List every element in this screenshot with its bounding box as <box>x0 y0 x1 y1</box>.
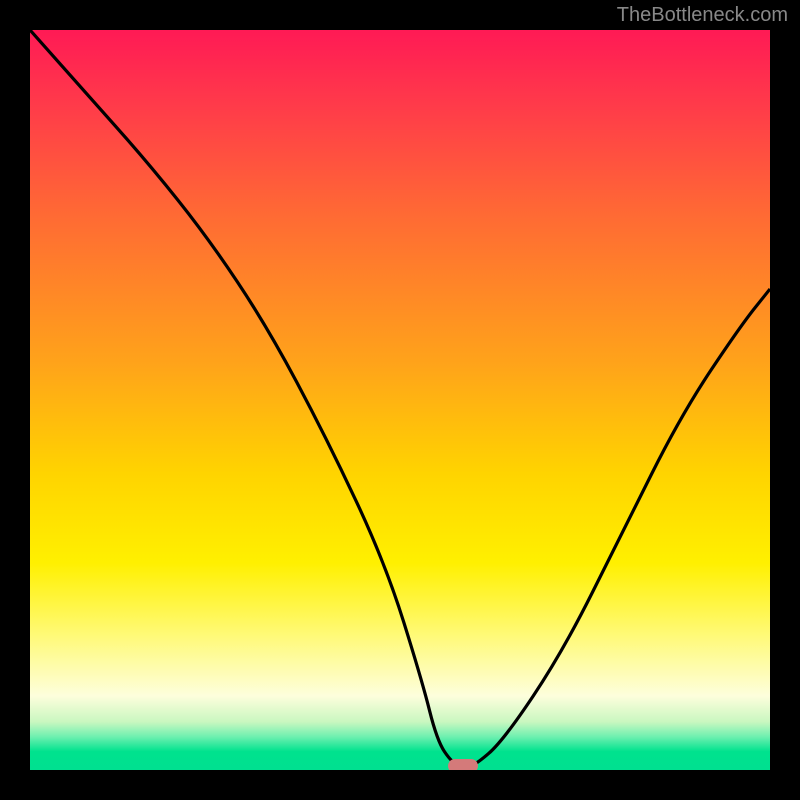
optimal-marker <box>448 759 478 770</box>
curve-svg <box>30 30 770 770</box>
plot-area <box>30 30 770 770</box>
watermark-text: TheBottleneck.com <box>617 4 788 27</box>
bottleneck-curve <box>30 30 770 766</box>
